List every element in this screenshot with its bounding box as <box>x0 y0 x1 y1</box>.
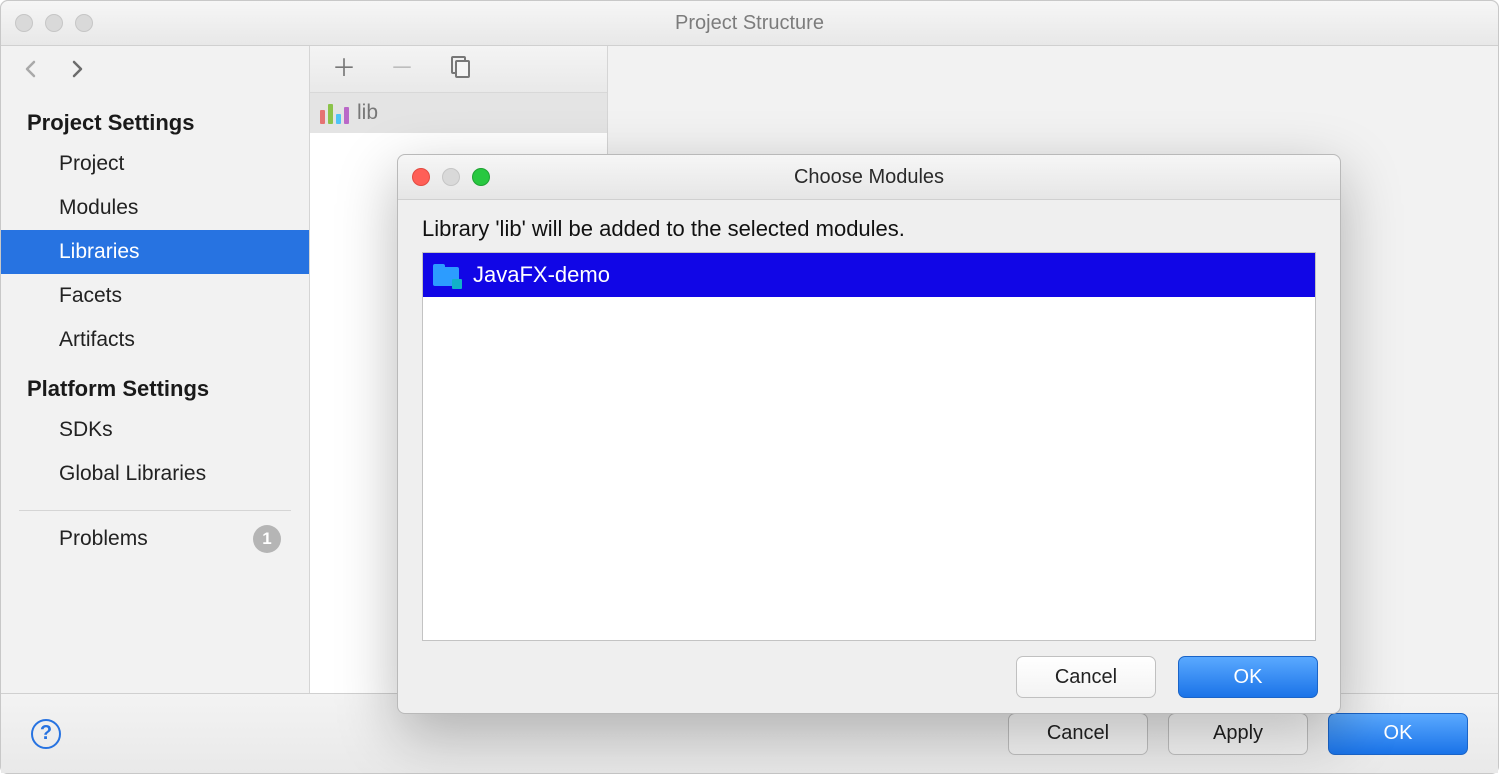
window-title: Project Structure <box>1 12 1498 35</box>
sidebar-item-project[interactable]: Project <box>1 142 309 186</box>
module-icon <box>433 264 459 286</box>
library-name: lib <box>357 101 378 125</box>
sidebar-item-sdks[interactable]: SDKs <box>1 408 309 452</box>
modal-minimize-icon <box>442 168 460 186</box>
sidebar-problems-label: Problems <box>59 527 148 551</box>
sidebar-group-platform-settings: Platform Settings <box>1 362 309 408</box>
library-toolbar: ＋ － <box>310 46 607 93</box>
window-body: Project Settings Project Modules Librari… <box>1 46 1498 693</box>
sidebar-group-project-settings: Project Settings <box>1 96 309 142</box>
close-icon[interactable] <box>15 14 33 32</box>
module-name: JavaFX-demo <box>473 262 610 288</box>
module-row[interactable]: JavaFX-demo <box>423 253 1315 297</box>
project-structure-window: Project Structure Project Settings Proje… <box>0 0 1499 774</box>
modal-zoom-icon[interactable] <box>472 168 490 186</box>
modal-cancel-button[interactable]: Cancel <box>1016 656 1156 698</box>
minimize-icon[interactable] <box>45 14 63 32</box>
modal-footer: Cancel OK <box>398 641 1340 713</box>
modal-title: Choose Modules <box>398 166 1340 189</box>
modal-close-icon[interactable] <box>412 168 430 186</box>
forward-button[interactable] <box>65 57 89 86</box>
sidebar-item-artifacts[interactable]: Artifacts <box>1 318 309 362</box>
back-button[interactable] <box>19 57 43 86</box>
traffic-lights <box>15 14 93 32</box>
copy-library-button[interactable] <box>448 55 472 84</box>
sidebar-item-modules[interactable]: Modules <box>1 186 309 230</box>
remove-library-button[interactable]: － <box>390 57 414 81</box>
problems-count-badge: 1 <box>253 525 281 553</box>
sidebar-nav <box>1 46 309 96</box>
zoom-icon[interactable] <box>75 14 93 32</box>
ok-button[interactable]: OK <box>1328 713 1468 755</box>
choose-modules-dialog: Choose Modules Library 'lib' will be add… <box>397 154 1341 714</box>
modal-titlebar[interactable]: Choose Modules <box>398 155 1340 200</box>
module-list[interactable]: JavaFX-demo <box>422 252 1316 641</box>
window-titlebar[interactable]: Project Structure <box>1 1 1498 46</box>
library-row[interactable]: lib <box>310 93 607 133</box>
modal-traffic-lights <box>412 168 490 186</box>
sidebar-item-global-libraries[interactable]: Global Libraries <box>1 452 309 496</box>
sidebar-item-problems[interactable]: Problems 1 <box>1 511 309 567</box>
sidebar-item-libraries[interactable]: Libraries <box>1 230 309 274</box>
modal-message: Library 'lib' will be added to the selec… <box>422 216 1316 242</box>
apply-button[interactable]: Apply <box>1168 713 1308 755</box>
modal-ok-button[interactable]: OK <box>1178 656 1318 698</box>
help-button[interactable]: ? <box>31 719 61 749</box>
library-icon <box>320 102 349 124</box>
sidebar-item-facets[interactable]: Facets <box>1 274 309 318</box>
modal-body: Library 'lib' will be added to the selec… <box>398 200 1340 641</box>
sidebar: Project Settings Project Modules Librari… <box>1 46 310 693</box>
add-library-button[interactable]: ＋ <box>332 57 356 81</box>
cancel-button[interactable]: Cancel <box>1008 713 1148 755</box>
